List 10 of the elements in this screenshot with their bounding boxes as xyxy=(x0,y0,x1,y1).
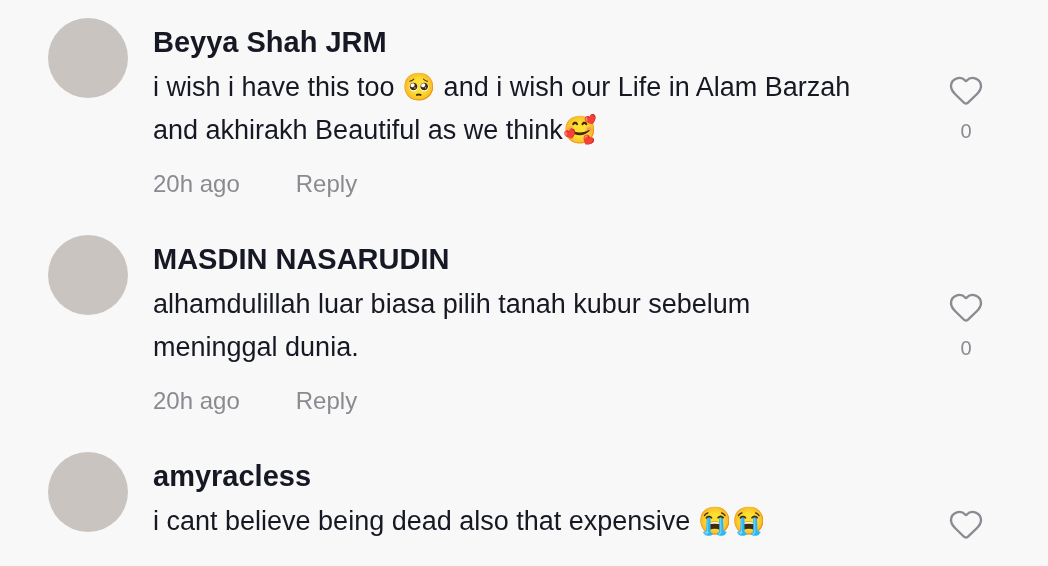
like-count: 0 xyxy=(960,119,972,144)
timestamp: 20h ago xyxy=(153,386,240,416)
username[interactable]: Beyya Shah JRM xyxy=(153,18,873,66)
comment-text: i cant believe being dead also that expensive 😭😭 xyxy=(153,505,767,538)
comment-text: i wish i have this too 🥺 and i wish our Life in Alam Barzah and akhirakh Beautiful as we think🥰 xyxy=(153,71,852,147)
username[interactable]: amyracless xyxy=(153,452,873,500)
timestamp: 20h ago xyxy=(153,169,240,199)
like-count: 0 xyxy=(960,336,972,361)
username[interactable]: MASDIN NASARUDIN xyxy=(153,235,873,283)
comment-text: alhamdulillah luar biasa pilih tanah kubur sebelum meninggal dunia. xyxy=(153,288,752,364)
